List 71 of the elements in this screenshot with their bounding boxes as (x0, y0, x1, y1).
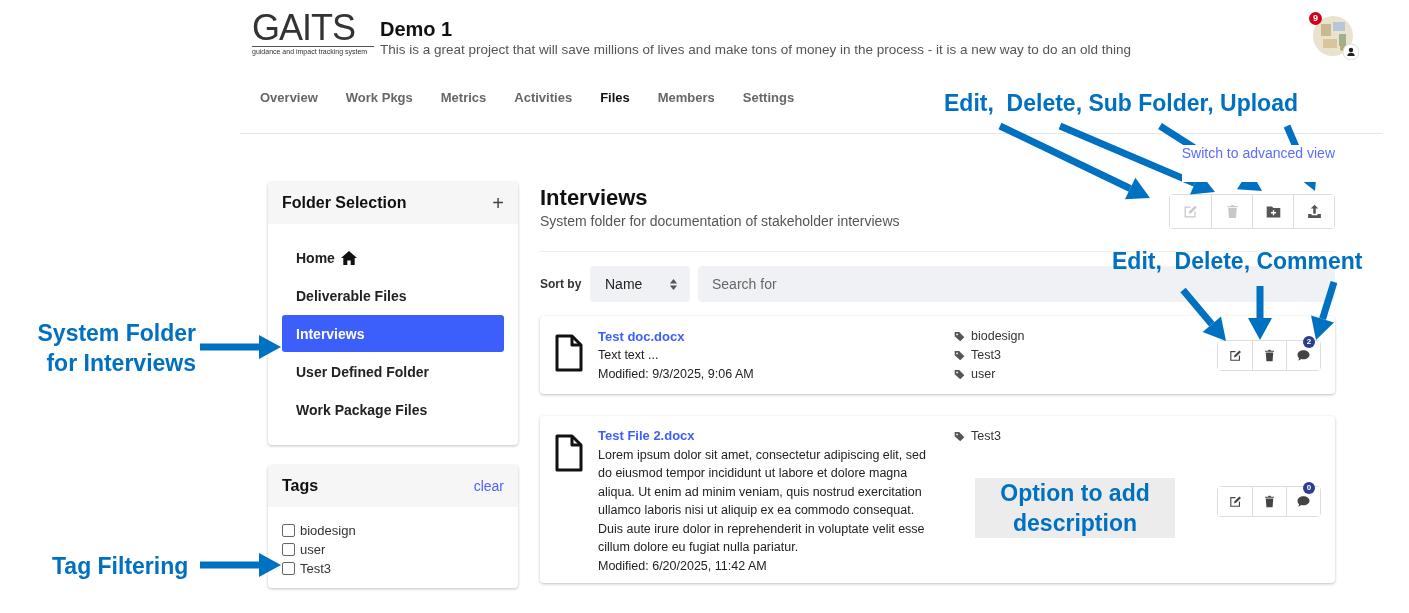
tag-label: biodesign (971, 328, 1025, 345)
nav-tab[interactable]: Overview (250, 90, 328, 105)
comment-count-badge: 2 (1303, 336, 1315, 348)
sort-arrows-icon (669, 277, 678, 291)
folder-title: Interviews (540, 185, 649, 211)
modified-date: Modified: 9/3/2025, 9:06 AM (598, 366, 755, 383)
upload-icon (1305, 203, 1323, 220)
folder-item[interactable]: Home (282, 239, 504, 276)
nav-tab[interactable]: Metrics (430, 90, 497, 105)
tag-label: biodesign (300, 523, 356, 538)
upload-button[interactable] (1293, 195, 1334, 228)
folder-description: System folder for documentation of stakeholder interviews (540, 213, 900, 229)
speech-bubble-icon (1296, 348, 1311, 363)
file-name-link[interactable]: Test doc.docx (598, 327, 938, 346)
project-title: Demo 1 (380, 17, 454, 42)
checkbox[interactable] (282, 524, 295, 537)
project-description: This is a great project that will save millions of lives and make tons of money in the process - it is a new way to do an old thing (380, 42, 1132, 57)
clear-link[interactable]: clear (473, 478, 504, 494)
callout-arrow (1248, 286, 1272, 340)
speech-bubble-icon (1296, 493, 1311, 509)
nav-tab[interactable]: Settings (732, 90, 805, 105)
callout-arrow (1180, 287, 1226, 341)
folder-item[interactable]: Work Package Files (282, 391, 504, 428)
comment-button[interactable] (1286, 486, 1320, 516)
file-name-link[interactable]: Test File 2.docx (598, 427, 938, 446)
nav-tab[interactable]: Activities (504, 90, 583, 105)
tag-icon (954, 331, 965, 342)
home-icon (339, 249, 358, 266)
sort-select[interactable]: Name (590, 266, 690, 302)
file-icon (554, 433, 584, 473)
edit-icon (1227, 493, 1243, 509)
folder-plus-icon (1264, 203, 1282, 220)
nav-tab[interactable]: Files (590, 90, 640, 105)
trash-icon (1262, 493, 1277, 509)
sort-label: Sort by (540, 277, 582, 291)
trash-icon (1262, 348, 1277, 363)
edit-icon (1227, 348, 1243, 363)
folder-item[interactable]: User Defined Folder (282, 353, 504, 390)
tag-label: user (971, 366, 996, 383)
callout-label: Tag Filtering (52, 552, 189, 581)
logo: GAITS (252, 10, 357, 46)
tag-label: Test3 (971, 428, 1001, 445)
modified-date: Modified: 6/20/2025, 11:42 AM (598, 557, 768, 575)
folder-item[interactable]: Deliverable Files (282, 277, 504, 314)
nav-tab[interactable]: Work Pkgs (335, 90, 423, 105)
nav-tab[interactable]: Members (647, 90, 725, 105)
tag-icon (954, 350, 965, 361)
callout-arrow (1311, 280, 1338, 340)
panel-title: Folder Selection (282, 194, 407, 212)
view-link[interactable]: Switch to advanced view (1181, 145, 1335, 182)
comment-button[interactable] (1286, 341, 1320, 370)
file-description: Lorem ipsum dolor sit amet, consectetur adipiscing elit, sed do eiusmod tempor incididunt ut labore et dolore magna aliqua. Ut enim ad minim veniam, quis nostrud exercitation ullamco laboris nisi ut aliquip ex ea commodo consequat. Duis aute irure dolor in reprehenderit in voluptate velit esse cillum dolore eu fugiat nulla pariatur. (598, 446, 927, 556)
add-folder-button[interactable]: + (492, 191, 504, 215)
checkbox[interactable] (282, 543, 295, 556)
callout-label: Option to add description (975, 478, 1175, 538)
folder-item[interactable]: Interviews (282, 315, 504, 352)
checkbox[interactable] (282, 562, 295, 575)
tag-icon (954, 431, 965, 442)
edit-icon (1182, 203, 1199, 220)
panel-title: Tags (282, 477, 319, 495)
tag-icon (954, 369, 965, 380)
tag-label: Test3 (300, 561, 332, 576)
tag-label: Test3 (971, 347, 1001, 364)
notification-badge[interactable]: 9 (1309, 12, 1322, 25)
callout-label: Edit, Delete, Sub Folder, Upload (944, 89, 1298, 118)
comment-count-badge: 0 (1303, 481, 1315, 494)
file-icon (554, 333, 584, 373)
user-icon[interactable] (1343, 44, 1359, 60)
file-description: Text text ... (598, 347, 660, 364)
tag-label: user (300, 542, 326, 557)
callout-label: System Folder for Interviews (36, 319, 196, 378)
